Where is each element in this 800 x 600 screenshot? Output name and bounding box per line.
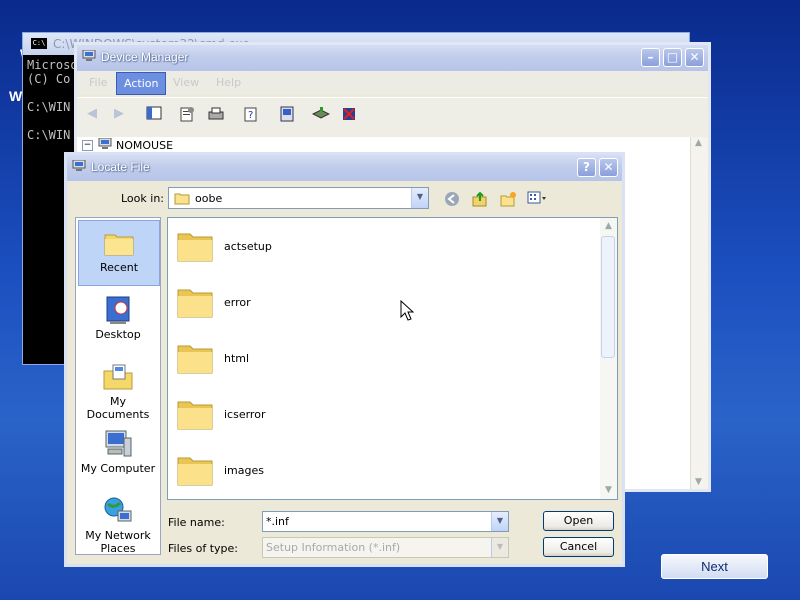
- folder-icon: [174, 193, 190, 205]
- places-my-documents[interactable]: My Documents: [78, 355, 158, 421]
- toolbar: ◀ ▶ ?: [77, 97, 708, 138]
- list-item[interactable]: images: [176, 450, 476, 490]
- folder-icon: [177, 401, 213, 430]
- menu-bar: File Action View Help: [77, 71, 708, 95]
- chevron-down-icon[interactable]: ▼: [491, 512, 508, 531]
- view-menu-button[interactable]: [527, 191, 546, 209]
- help-icon: ?: [583, 160, 590, 174]
- minimize-button[interactable]: –: [641, 48, 660, 67]
- scroll-thumb[interactable]: [601, 236, 615, 358]
- folder-icon: [177, 289, 213, 318]
- back-arrow-icon[interactable]: ◀: [83, 106, 101, 122]
- close-button[interactable]: ✕: [599, 158, 618, 177]
- menu-help[interactable]: Help: [216, 75, 241, 91]
- locate-file-titlebar[interactable]: Locate File ? ✕: [67, 155, 622, 181]
- help-button[interactable]: ?: [577, 158, 596, 177]
- show-hide-console-tree-icon[interactable]: [145, 106, 163, 122]
- new-folder-icon: [500, 192, 516, 207]
- view-menu-icon: [527, 191, 546, 204]
- forward-arrow-icon[interactable]: ▶: [110, 106, 128, 122]
- maximize-button[interactable]: □: [663, 48, 682, 67]
- chevron-down-icon[interactable]: ▼: [411, 188, 428, 208]
- help-icon[interactable]: ?: [242, 106, 260, 122]
- look-in-select[interactable]: oobe ▼: [168, 187, 429, 209]
- maximize-icon: □: [666, 50, 679, 64]
- scan-hardware-icon[interactable]: [278, 106, 296, 122]
- scroll-up-icon[interactable]: ▲: [600, 218, 617, 235]
- file-list[interactable]: actsetup error html icserror images ▲ ▼: [167, 217, 618, 500]
- computer-icon: [98, 138, 112, 149]
- menu-file[interactable]: File: [89, 75, 107, 91]
- computer-icon: [72, 160, 86, 171]
- computer-icon: [82, 50, 96, 61]
- minimize-icon: –: [647, 50, 654, 64]
- tree-collapse-toggle[interactable]: −: [82, 140, 93, 151]
- uninstall-icon[interactable]: [340, 106, 358, 122]
- properties-icon[interactable]: [178, 106, 196, 122]
- desktop-icon: [106, 296, 130, 324]
- file-list-scrollbar[interactable]: ▲ ▼: [600, 218, 617, 499]
- svg-text:?: ?: [248, 110, 253, 121]
- close-button[interactable]: ✕: [685, 48, 704, 67]
- look-in-label: Look in:: [121, 192, 164, 205]
- scroll-down-icon[interactable]: ▼: [695, 477, 702, 487]
- list-item[interactable]: icserror: [176, 394, 476, 434]
- folder-icon: [177, 233, 213, 262]
- mouse-pointer-icon: [400, 300, 414, 321]
- places-desktop[interactable]: Desktop: [78, 288, 158, 348]
- device-manager-title: Device Manager: [101, 50, 189, 64]
- up-folder-icon: [472, 191, 487, 207]
- menu-action[interactable]: Action: [116, 72, 167, 95]
- tree-root-label[interactable]: NOMOUSE: [116, 139, 173, 152]
- places-my-computer[interactable]: My Computer: [78, 422, 158, 482]
- back-arrow-icon: [445, 192, 459, 206]
- close-icon: ✕: [603, 160, 614, 174]
- list-item[interactable]: error: [176, 282, 476, 322]
- locate-file-dialog[interactable]: Locate File ? ✕ Look in: oobe ▼ Recent D…: [64, 152, 625, 567]
- next-button[interactable]: Next: [661, 554, 768, 579]
- background-letter: W: [9, 88, 23, 104]
- network-places-icon: [104, 497, 132, 522]
- my-computer-icon: [105, 430, 132, 457]
- file-type-select[interactable]: Setup Information (*.inf) ▼: [262, 537, 509, 558]
- folder-icon: [177, 345, 213, 374]
- my-documents-icon: [103, 364, 133, 390]
- cmd-icon: C:\: [31, 38, 47, 49]
- menu-view[interactable]: View: [173, 75, 199, 91]
- print-icon[interactable]: [207, 106, 225, 122]
- recent-folder-icon: [104, 234, 134, 256]
- look-in-value: oobe: [195, 192, 223, 205]
- file-name-label: File name:: [168, 516, 225, 529]
- folder-icon: [177, 457, 213, 486]
- scroll-up-icon[interactable]: ▲: [695, 138, 702, 148]
- open-button[interactable]: Open: [543, 511, 614, 531]
- places-bar: Recent Desktop My Documents My Computer …: [75, 217, 161, 555]
- up-folder-button[interactable]: [471, 191, 489, 209]
- file-name-value: *.inf: [266, 515, 289, 528]
- places-recent[interactable]: Recent: [78, 220, 160, 286]
- chevron-down-icon[interactable]: ▼: [491, 538, 508, 557]
- back-button[interactable]: [443, 191, 461, 209]
- device-tree-scrollbar[interactable]: ▲ ▼: [690, 137, 708, 489]
- file-name-input[interactable]: *.inf ▼: [262, 511, 509, 532]
- device-manager-titlebar[interactable]: Device Manager – □ ✕: [77, 45, 708, 71]
- places-my-network-places[interactable]: My Network Places: [78, 489, 158, 555]
- new-folder-button[interactable]: [499, 191, 517, 209]
- list-item[interactable]: actsetup: [176, 226, 476, 266]
- file-type-label: Files of type:: [168, 542, 239, 555]
- close-icon: ✕: [689, 50, 700, 64]
- update-driver-icon[interactable]: [311, 106, 331, 122]
- scroll-down-icon[interactable]: ▼: [600, 482, 617, 499]
- file-type-value: Setup Information (*.inf): [266, 541, 401, 554]
- locate-file-title: Locate File: [91, 160, 150, 174]
- list-item[interactable]: html: [176, 338, 476, 378]
- cancel-button[interactable]: Cancel: [543, 537, 614, 557]
